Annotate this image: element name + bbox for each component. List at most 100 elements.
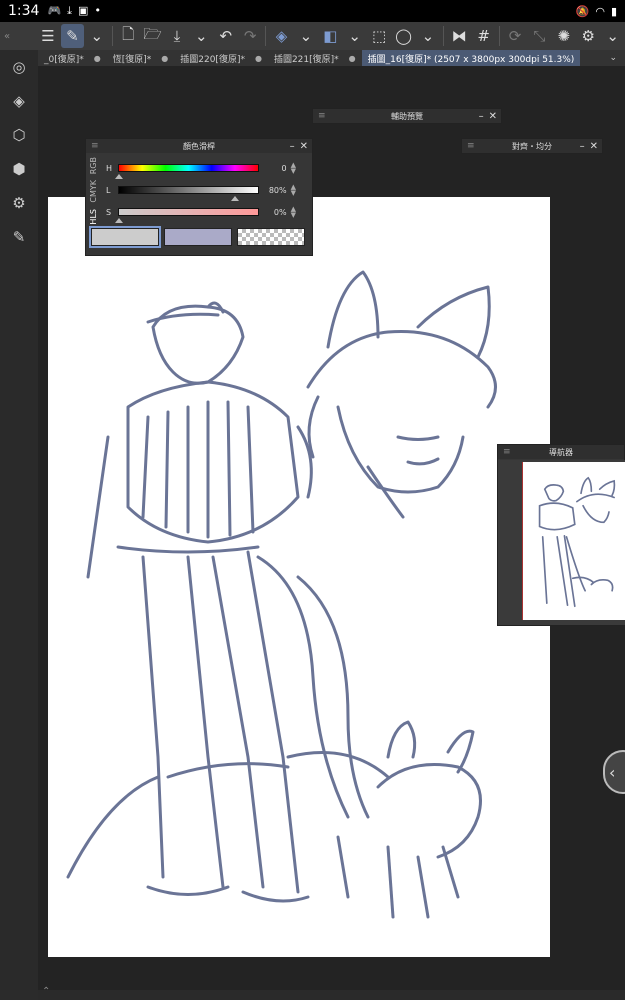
close-icon[interactable]: ✕ [590, 141, 598, 152]
settings-icon[interactable]: ⚙ [577, 24, 599, 48]
chevron-down-icon[interactable]: ⌄ [295, 24, 317, 48]
transform-icon[interactable]: ⤡ [528, 24, 550, 48]
tab-document-active[interactable]: 插圖_16[復原]* (2507 x 3800px 300dpi 51.3%) [361, 50, 581, 66]
close-icon[interactable]: ● [349, 54, 356, 63]
material-icon[interactable]: ⬡ [8, 124, 30, 146]
minimize-icon[interactable]: – [290, 141, 295, 152]
chevron-down-icon[interactable]: ⌄ [609, 53, 625, 63]
tab-document-3[interactable]: 插圖221[復原]* ● [268, 50, 362, 66]
slider-label: L [106, 185, 111, 195]
stepper-icon[interactable]: ▲ ▼ [291, 184, 296, 197]
open-folder-icon[interactable]: 🗁 [141, 24, 163, 48]
tab-document-0[interactable]: _0[復原]* ● [38, 50, 107, 66]
slider-label: H [106, 163, 113, 173]
saturation-value[interactable]: 0% [263, 208, 287, 217]
3d-object-icon[interactable]: ⬢ [8, 158, 30, 180]
navigator-panel: ≡ 導航器 [497, 444, 625, 626]
lasso-icon[interactable]: ◯ [392, 24, 414, 48]
saturation-slider[interactable] [114, 208, 260, 223]
hue-value[interactable]: 0 [263, 164, 287, 173]
slider-thumb[interactable] [114, 218, 123, 223]
slider-thumb[interactable] [231, 196, 240, 201]
brush-icon[interactable]: ◎ [8, 56, 30, 78]
lightness-slider[interactable] [117, 186, 260, 201]
close-icon[interactable]: ● [255, 54, 262, 63]
undo-icon[interactable]: ↶ [215, 24, 237, 48]
redo-icon[interactable]: ↷ [239, 24, 261, 48]
menu-icon[interactable]: ☰ [37, 24, 59, 48]
chevron-down-icon[interactable]: ⌄ [417, 24, 439, 48]
tab-hls[interactable]: HLS [89, 209, 101, 225]
save-icon[interactable]: ⤓ [166, 24, 188, 48]
tab-document-2[interactable]: 插圖220[復原]* ● [174, 50, 268, 66]
panel-title: 對齊・均分 [512, 141, 552, 151]
clock: 1:34 [8, 3, 40, 19]
new-file-icon[interactable]: 🗋 [117, 24, 139, 48]
grid-icon[interactable]: # [472, 24, 494, 48]
tab-label: 恆[復原]* [112, 54, 152, 65]
grip-icon[interactable]: ≡ [318, 111, 326, 121]
tab-rgb[interactable]: RGB [89, 157, 101, 174]
collapse-left-icon[interactable]: « [0, 31, 36, 42]
panel-title: 導航器 [549, 447, 573, 457]
navigator-preview[interactable] [522, 462, 625, 620]
tab-label: _0[復原]* [44, 54, 84, 65]
close-icon[interactable]: ✕ [489, 111, 497, 122]
dot-icon: • [94, 4, 101, 17]
panel-header[interactable]: ≡ 導航器 [498, 445, 624, 459]
main-color-swatch[interactable] [89, 226, 161, 248]
tab-cmyk[interactable]: CMYK [89, 180, 101, 203]
selection-icon[interactable]: ⬚ [368, 24, 390, 48]
color-slider-panel: ≡ 顏色滑桿 – ✕ RGB CMYK HLS H 0 ▲ ▼ L 80% ▲ ▼ S [85, 138, 313, 256]
edit-icon[interactable]: ✎ [8, 226, 30, 248]
hue-slider[interactable] [114, 164, 260, 179]
grip-icon[interactable]: ≡ [91, 141, 99, 151]
chevron-down-icon[interactable]: ⌄ [344, 24, 366, 48]
stepper-icon[interactable]: ▲ ▼ [291, 206, 296, 219]
slider-thumb[interactable] [114, 174, 123, 179]
toolbar-divider [265, 26, 267, 46]
close-icon[interactable]: ● [161, 54, 168, 63]
panel-header[interactable]: ≡ 對齊・均分 – ✕ [462, 139, 602, 153]
pen-icon[interactable]: ✎ [61, 24, 84, 48]
toolbar-divider [443, 26, 445, 46]
close-icon[interactable]: ✕ [300, 141, 308, 152]
chevron-down-icon[interactable]: ⌄ [190, 24, 212, 48]
mute-icon: 🔕 [575, 4, 590, 18]
layers-icon[interactable]: ◈ [8, 90, 30, 112]
loading-icon[interactable]: ✺ [553, 24, 575, 48]
slider-label: S [106, 207, 112, 217]
align-panel: ≡ 對齊・均分 – ✕ [461, 138, 603, 154]
sync-icon[interactable]: ⟳ [504, 24, 526, 48]
minimize-icon[interactable]: – [479, 111, 484, 122]
grip-icon[interactable]: ≡ [467, 141, 475, 151]
sub-color-swatch[interactable] [164, 228, 232, 246]
tab-label: 插圖_16[復原]* (2507 x 3800px 300dpi 51.3%) [367, 54, 575, 65]
bottom-bar [38, 990, 625, 1000]
fill-icon[interactable]: ◧ [319, 24, 341, 48]
panel-header[interactable]: ≡ 輔助預覽 – ✕ [313, 109, 501, 123]
chevron-down-icon[interactable]: ⌄ [601, 24, 623, 48]
left-sidebar: ◎ ◈ ⬡ ⬢ ⚙ ✎ [0, 50, 38, 990]
minimize-icon[interactable]: – [580, 141, 585, 152]
gamepad-icon: 🎮 [47, 4, 62, 17]
drawing-canvas[interactable] [48, 197, 550, 957]
toolbar-divider [498, 26, 500, 46]
lightness-value[interactable]: 80% [263, 186, 287, 195]
color-swatches [89, 226, 305, 248]
tab-document-1[interactable]: 恆[復原]* ● [107, 50, 175, 66]
grip-icon[interactable]: ≡ [503, 447, 511, 457]
3d-settings-icon[interactable]: ⚙ [8, 192, 30, 214]
saturation-slider-row: S 0% ▲ ▼ [106, 205, 296, 223]
close-icon[interactable]: ● [94, 54, 101, 63]
image-icon: ▣ [78, 4, 89, 17]
download-icon: ⤓ [67, 4, 73, 17]
transparent-color-swatch[interactable] [237, 228, 305, 246]
panel-header[interactable]: ≡ 顏色滑桿 – ✕ [86, 139, 312, 153]
stepper-icon[interactable]: ▲ ▼ [291, 162, 296, 175]
expand-up-icon[interactable]: ⌃ [42, 986, 50, 997]
layer-mask-icon[interactable]: ◈ [270, 24, 292, 48]
chevron-down-icon[interactable]: ⌄ [86, 24, 108, 48]
navigator-thumbnail [538, 476, 616, 608]
flip-icon[interactable]: ⧓ [448, 24, 470, 48]
